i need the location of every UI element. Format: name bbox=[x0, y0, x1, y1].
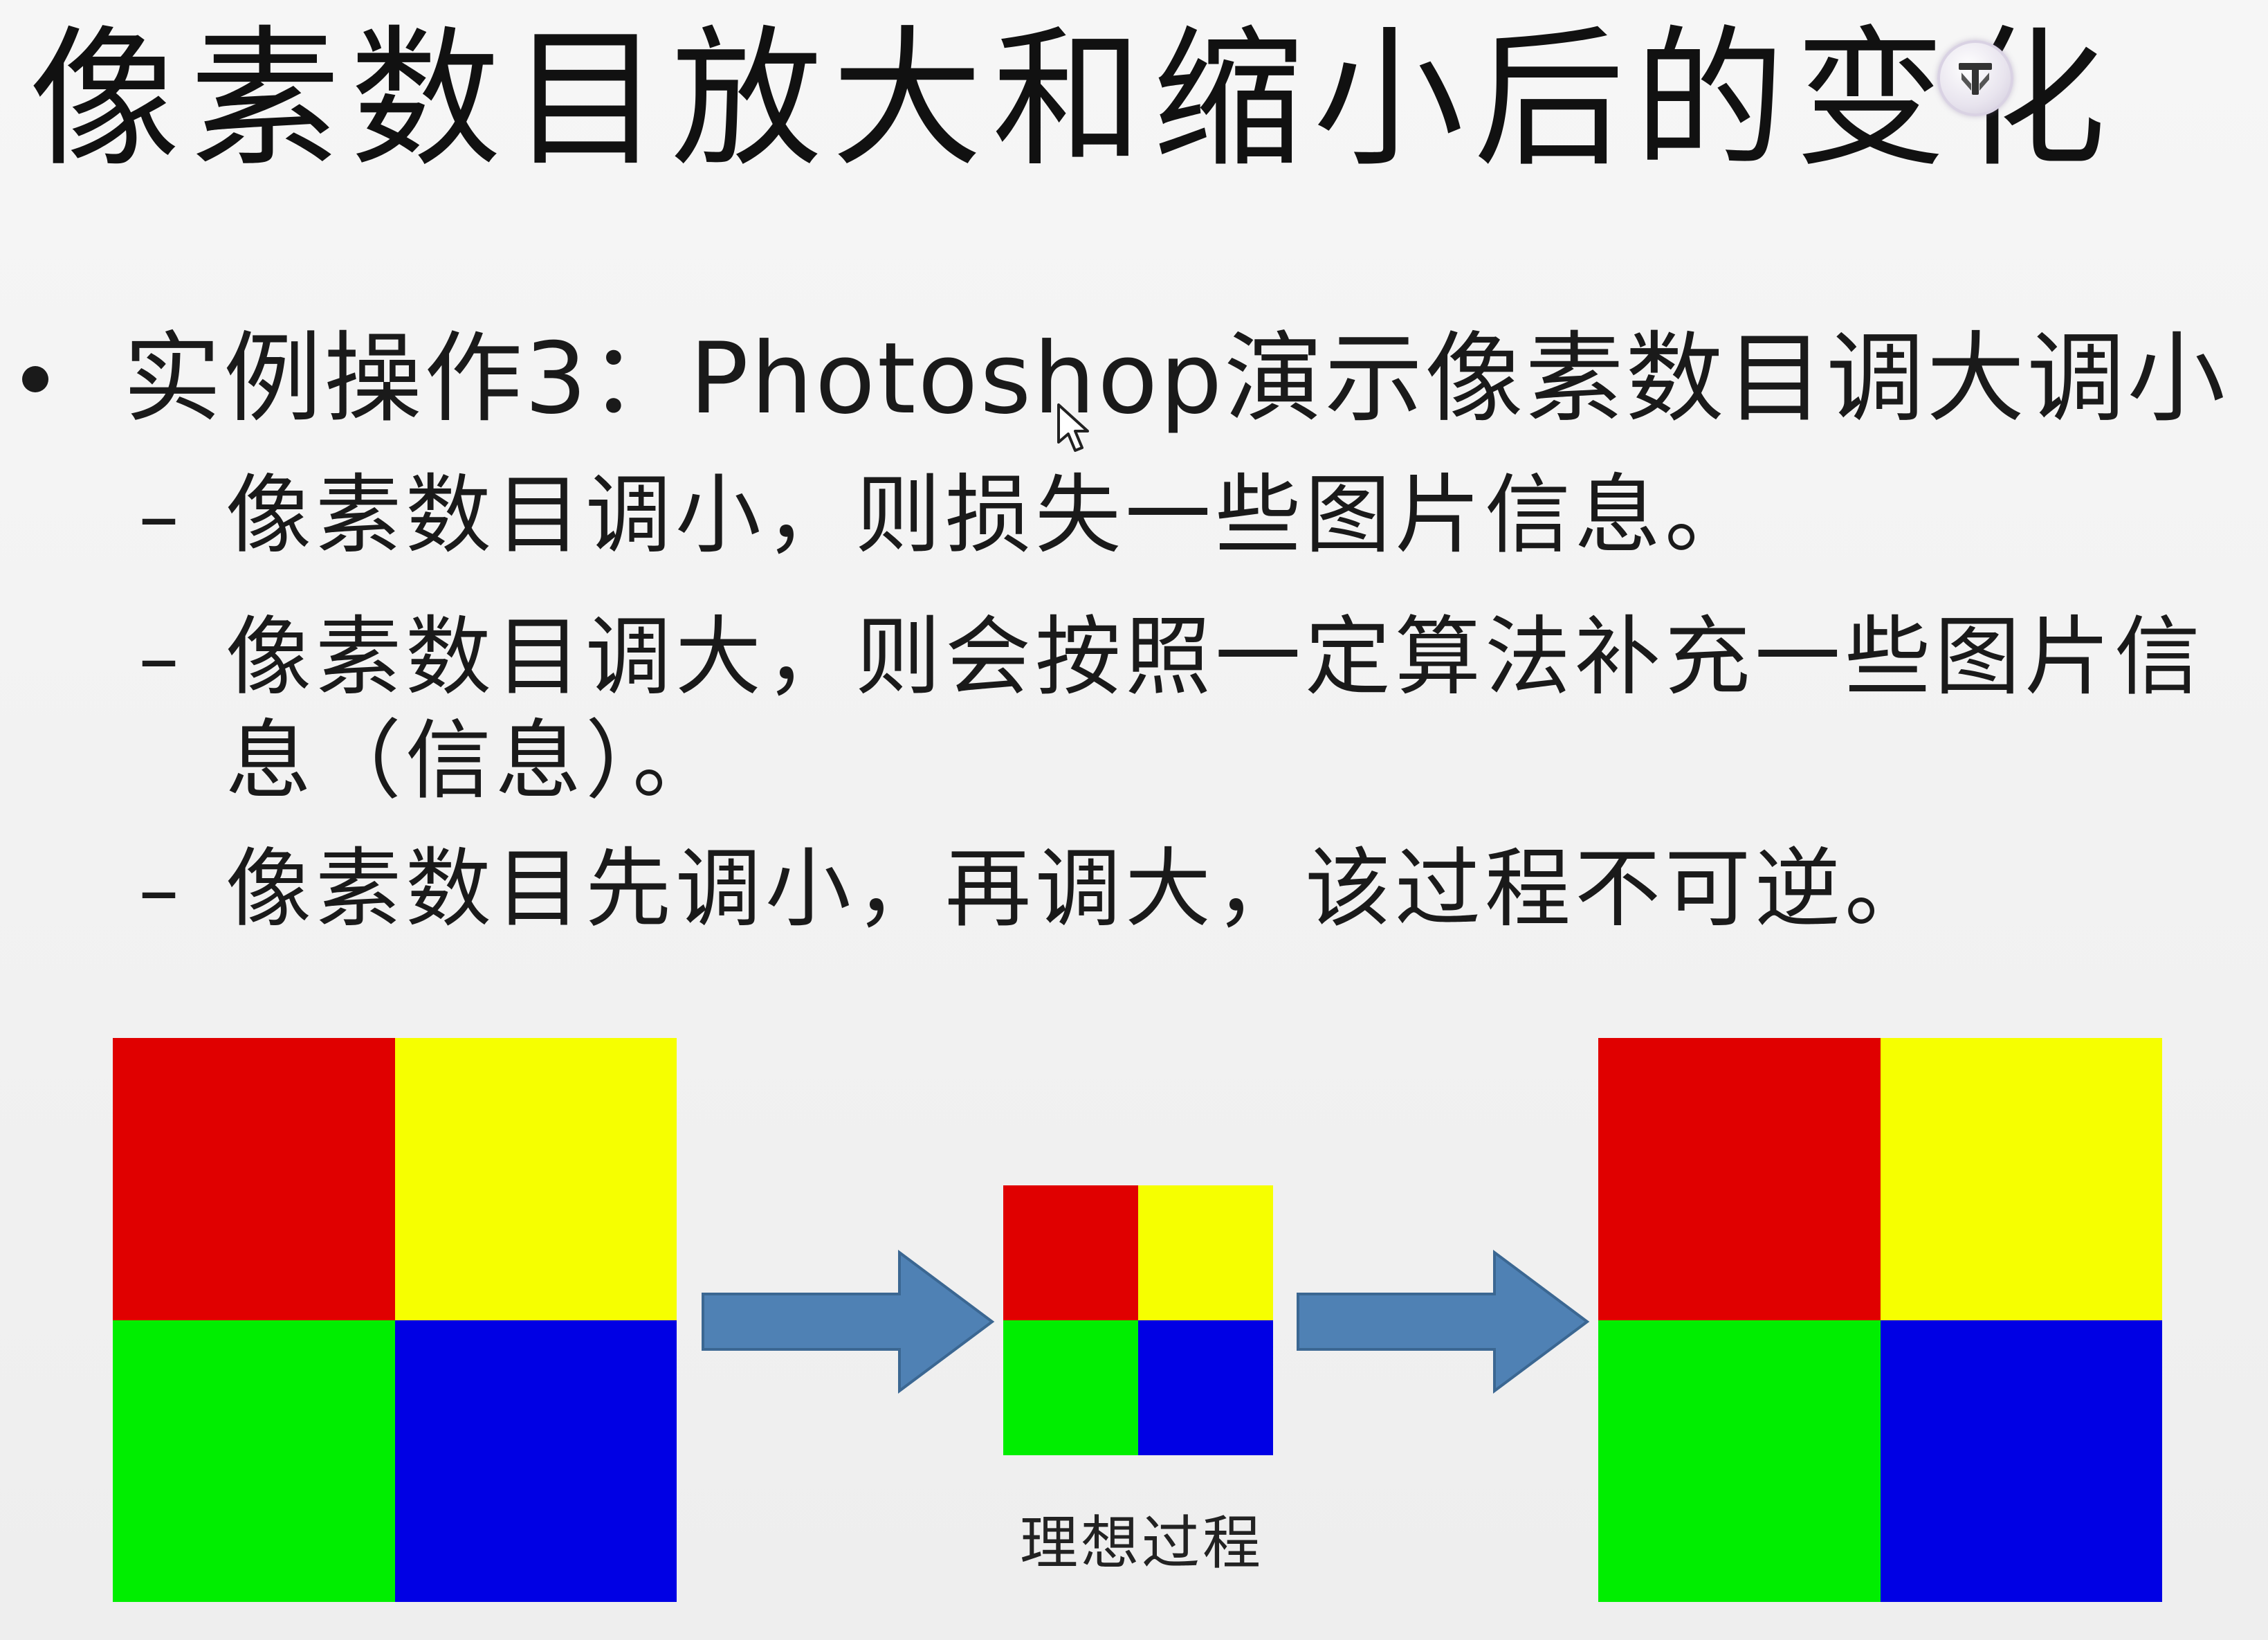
dash-marker: – bbox=[138, 841, 179, 937]
slide-content: 实例操作3：Photoshop演示像素数目调大调小 – 像素数目调小，则损失一些… bbox=[0, 0, 2268, 1640]
reduced-color-grid bbox=[1003, 1185, 1273, 1455]
dash-marker: – bbox=[138, 468, 179, 563]
sub-bullet-3: – 像素数目先调小，再调大，该过程不可逆。 bbox=[138, 837, 2228, 941]
restored-color-grid bbox=[1598, 1038, 2162, 1602]
bullet-dot-icon bbox=[22, 366, 48, 392]
yellow-cell bbox=[394, 1038, 677, 1320]
original-color-grid bbox=[113, 1038, 677, 1602]
red-cell bbox=[1598, 1038, 1881, 1320]
blue-cell bbox=[394, 1320, 677, 1602]
yellow-cell bbox=[1880, 1038, 2162, 1320]
blue-cell bbox=[1138, 1320, 1273, 1455]
green-cell bbox=[113, 1320, 395, 1602]
dash-marker: – bbox=[138, 610, 179, 705]
sub-bullet-2: – 像素数目调大，则会按照一定算法补充一些图片信息（信息）。 bbox=[138, 605, 2228, 813]
blue-cell bbox=[1880, 1320, 2162, 1602]
right-arrow-icon bbox=[702, 1250, 995, 1394]
sub-bullet-text: 像素数目调小，则损失一些图片信息。 bbox=[226, 466, 1755, 565]
sub-bullet-text: 像素数目先调小，再调大，该过程不可逆。 bbox=[226, 839, 1935, 939]
red-cell bbox=[113, 1038, 395, 1320]
sub-bullet-text: 像素数目调大，则会按照一定算法补充一些图片信息（信息）。 bbox=[226, 608, 2205, 811]
main-bullet-text: 实例操作3：Photoshop演示像素数目调大调小 bbox=[123, 322, 2228, 436]
green-cell bbox=[1598, 1320, 1881, 1602]
green-cell bbox=[1003, 1320, 1138, 1455]
yellow-cell bbox=[1138, 1185, 1273, 1320]
red-cell bbox=[1003, 1185, 1138, 1320]
sub-bullet-1: – 像素数目调小，则损失一些图片信息。 bbox=[138, 464, 2228, 567]
main-bullet: 实例操作3：Photoshop演示像素数目调大调小 bbox=[14, 310, 2227, 448]
mouse-cursor-icon bbox=[1057, 403, 1089, 452]
ideal-process-caption: 理想过程 bbox=[1019, 1509, 1263, 1577]
slide: 像素数目放大和缩小后的变化 实例操作3：Photoshop演示像素数目调大调小 … bbox=[0, 0, 2268, 1640]
right-arrow-icon bbox=[1297, 1250, 1590, 1394]
